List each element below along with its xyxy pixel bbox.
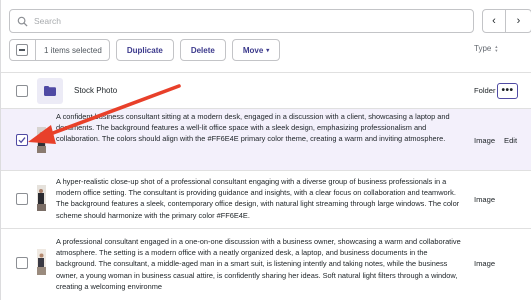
next-page-button[interactable]: › — [505, 9, 531, 33]
type-column-label: Type — [474, 44, 492, 53]
image-thumbnail — [37, 127, 46, 153]
sort-icon: ▲ ▼ — [494, 43, 499, 53]
image-description: A hyper-realistic close-up shot of a pro… — [56, 177, 460, 220]
edit-link[interactable]: Edit — [504, 136, 517, 145]
media-row[interactable]: A hyper-realistic close-up shot of a pro… — [1, 170, 531, 228]
image-thumbnail — [37, 249, 46, 275]
move-label: Move — [242, 45, 264, 55]
search-icon — [17, 16, 28, 27]
previous-page-button[interactable]: ‹ — [482, 9, 506, 33]
search-input[interactable] — [34, 16, 434, 26]
row-checkbox[interactable] — [16, 257, 28, 269]
checkmark-icon — [18, 137, 26, 144]
folder-type: Folder — [474, 86, 496, 95]
image-thumbnail — [37, 185, 46, 211]
search-box[interactable] — [9, 9, 474, 33]
image-type: Image — [474, 136, 496, 145]
folder-icon-tile — [37, 78, 63, 104]
minus-icon — [19, 49, 25, 51]
row-checkbox[interactable] — [16, 193, 28, 205]
move-button[interactable]: Move ▾ — [231, 39, 281, 61]
deselect-all-checkbox[interactable] — [16, 44, 28, 56]
image-type: Image — [474, 195, 496, 204]
bulk-actions-toolbar: 1 items selected Duplicate Delete Move ▾ — [9, 39, 281, 61]
duplicate-button[interactable]: Duplicate — [115, 39, 174, 61]
chevron-down-icon: ▾ — [266, 47, 270, 54]
media-library-panel: ‹ › 1 items selected Duplicate Delete Mo… — [0, 0, 531, 300]
media-row[interactable]: A professional consultant engaged in a o… — [1, 228, 531, 300]
image-description: A professional consultant engaged in a o… — [56, 237, 461, 291]
row-checkbox[interactable] — [16, 85, 28, 97]
selection-summary: 1 items selected — [9, 39, 110, 61]
type-column-header[interactable]: Type ▲ ▼ — [474, 44, 498, 53]
image-description: A confident business consultant sitting … — [56, 112, 450, 144]
media-row-selected[interactable]: A confident business consultant sitting … — [1, 108, 531, 170]
image-type: Image — [474, 259, 496, 268]
folder-icon — [44, 86, 56, 96]
delete-button[interactable]: Delete — [179, 39, 226, 61]
divider — [35, 39, 36, 61]
row-checkbox-checked[interactable] — [16, 134, 28, 146]
more-actions-button[interactable]: ••• — [497, 83, 518, 99]
folder-name[interactable]: Stock Photo — [74, 86, 117, 95]
selected-count: 1 items selected — [44, 45, 102, 55]
folder-row[interactable]: Stock Photo Folder ••• — [1, 72, 531, 108]
